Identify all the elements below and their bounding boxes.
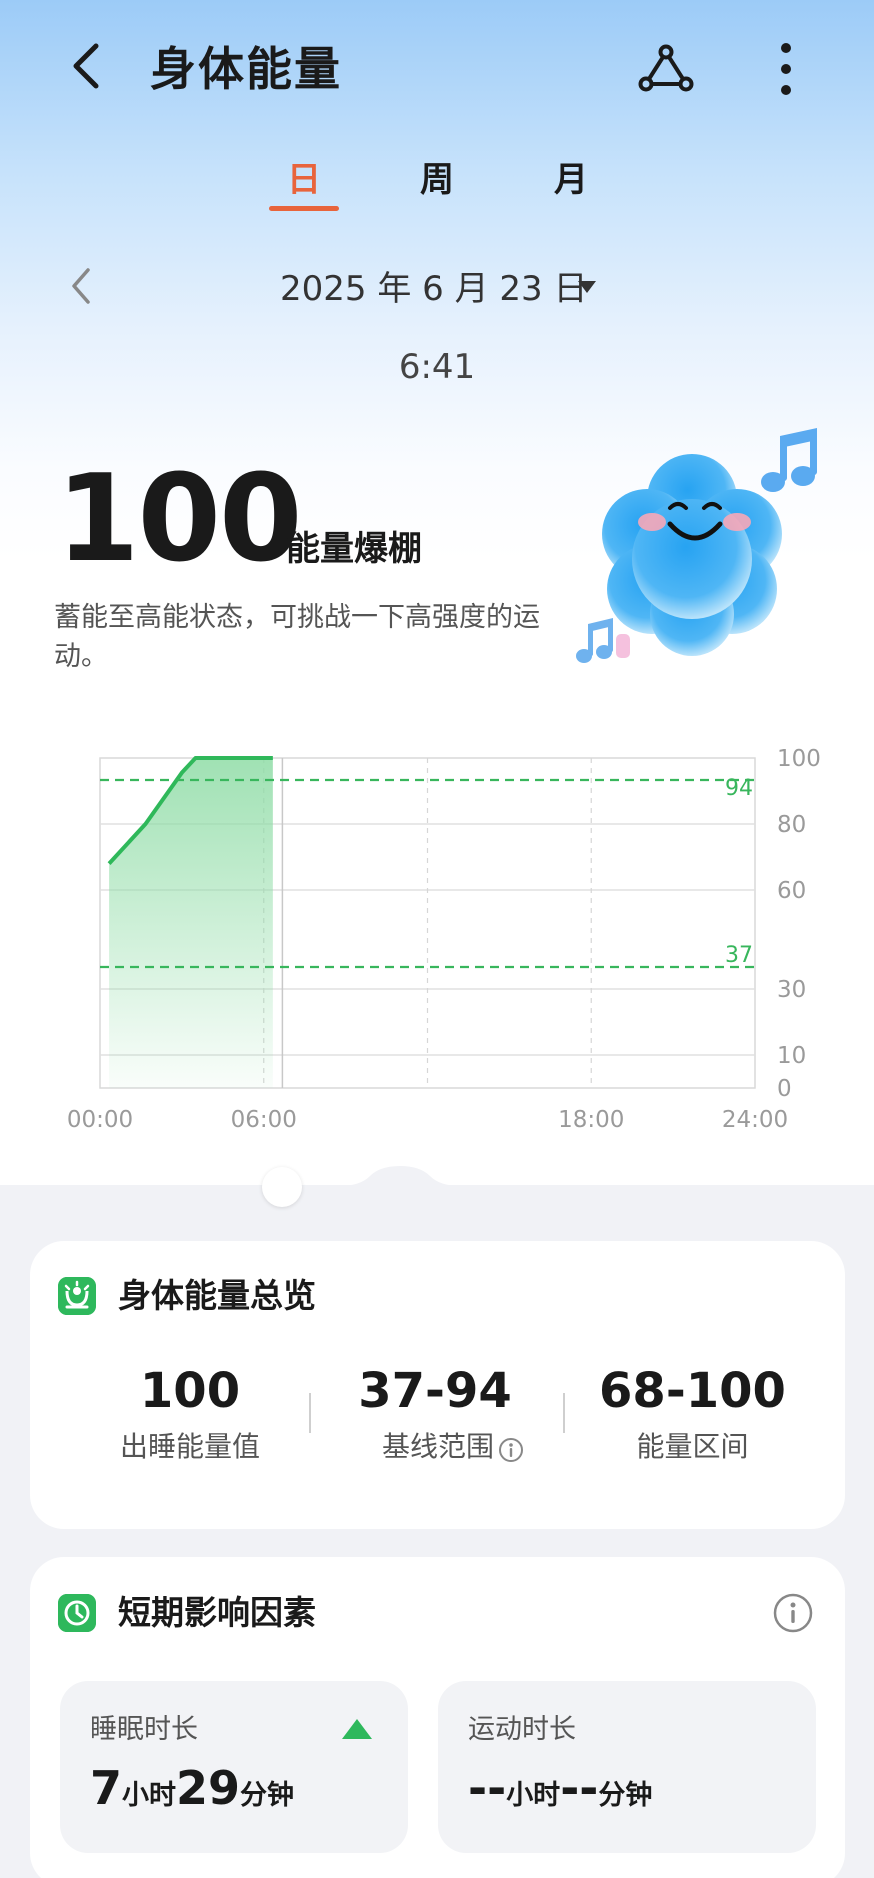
date-picker[interactable]: 2025 年 6 月 23 日 [280,266,587,312]
energy-overview-icon [58,1277,96,1315]
sleep-hour-unit: 小时 [122,1780,177,1811]
x-tick-label: 24:00 [722,1107,788,1133]
back-arrow-icon[interactable] [64,38,112,94]
page-title: 身体能量 [150,42,342,96]
stat-energy-range-label: 能量区间 [636,1430,749,1463]
previous-date-icon[interactable] [66,264,96,308]
time-cursor-handle[interactable] [262,1167,302,1207]
stat-wake-energy-label: 出睡能量值 [119,1430,260,1463]
tab-month[interactable]: 月 [526,156,616,204]
stat-wake-energy-value: 100 [139,1363,241,1419]
trend-up-icon [342,1719,372,1739]
exercise-minute-unit: 分钟 [598,1780,653,1811]
stat-separator [563,1393,565,1433]
sleep-duration-label: 睡眠时长 [90,1714,198,1745]
y-tick-label: 0 [777,1076,792,1102]
factors-title: 短期影响因素 [118,1593,316,1632]
exercise-duration-item[interactable]: 运动时长 --小时--分钟 [438,1681,816,1853]
active-tab-indicator [269,206,339,211]
y-tick-label: 30 [777,977,806,1003]
exercise-duration-label: 运动时长 [468,1714,576,1745]
sleep-minute-unit: 分钟 [240,1780,295,1811]
more-options-icon[interactable] [770,38,802,100]
energy-chart: 9437 100806030100 00:00 06:00 18:00 24:00 [67,746,821,1133]
energy-value: 100 [56,450,302,589]
stat-energy-range-value: 68-100 [599,1363,786,1419]
overview-title: 身体能量总览 [118,1276,316,1315]
x-tick-label: 18:00 [558,1107,624,1133]
sleep-hours: 7 [90,1761,123,1815]
y-tick-label: 100 [777,746,821,772]
share-icon[interactable] [636,40,696,100]
baseline-label: 37 [725,943,753,968]
factors-card: 短期影响因素 睡眠时长 7小时29分钟 运动时长 --小时--分钟 [30,1557,845,1878]
selected-time: 6:41 [398,347,476,387]
sleep-minutes: 29 [176,1761,241,1815]
energy-area-fill [109,758,273,1088]
energy-description: 蓄能至高能状态，可挑战一下高强度的运动。 [54,602,540,672]
baseline-info-icon[interactable] [498,1437,524,1463]
factors-info-icon[interactable] [772,1592,814,1634]
energy-status: 能量爆棚 [286,529,422,569]
sleep-duration-item[interactable]: 睡眠时长 7小时29分钟 [60,1681,408,1853]
x-tick-label: 00:00 [67,1107,133,1133]
stat-baseline-label: 基线范围 [381,1430,494,1463]
exercise-hour-unit: 小时 [506,1780,561,1811]
tab-week[interactable]: 周 [392,156,482,204]
exercise-duration-value: --小时--分钟 [468,1761,652,1823]
y-tick-label: 10 [777,1043,806,1069]
exercise-minutes: -- [560,1761,599,1815]
stat-separator [309,1393,311,1433]
y-tick-label: 60 [777,878,806,904]
cloud-mascot-icon [576,428,817,663]
baseline-label: 94 [725,776,753,801]
sleep-duration-value: 7小时29分钟 [90,1761,294,1823]
exercise-hours: -- [468,1761,507,1815]
caret-down-icon[interactable] [578,281,596,293]
overview-card: 身体能量总览 100 出睡能量值 37-94 基线范围 68-100 能量区间 [30,1241,845,1529]
x-tick-label: 06:00 [231,1107,297,1133]
y-tick-label: 80 [777,812,806,838]
clock-icon [58,1594,96,1632]
tab-day[interactable]: 日 [259,156,349,204]
stat-baseline-value: 37-94 [358,1363,512,1419]
